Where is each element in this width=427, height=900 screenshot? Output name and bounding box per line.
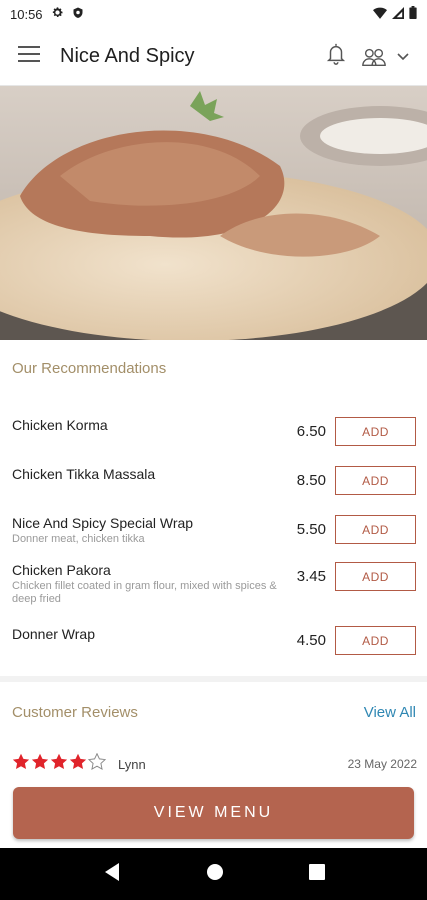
item-name: Chicken Tikka Massala [12, 466, 156, 482]
add-button[interactable]: ADD [335, 562, 416, 591]
item-price: 8.50 [296, 472, 326, 489]
recommendations-title: Our Recommendations [12, 360, 167, 377]
users-icon[interactable] [361, 47, 409, 67]
item-description: Donner meat, chicken tikka [12, 533, 145, 545]
back-icon[interactable] [103, 862, 121, 887]
item-name: Chicken Pakora [12, 562, 111, 578]
home-icon[interactable] [206, 863, 224, 886]
rating-stars [12, 752, 107, 775]
add-button[interactable]: ADD [335, 626, 416, 655]
status-time: 10:56 [10, 6, 43, 22]
view-all-link[interactable]: View All [364, 704, 416, 721]
item-price: 5.50 [296, 521, 326, 538]
star-filled-icon [12, 753, 30, 775]
reviewer-name: Lynn [118, 756, 146, 772]
item-price: 6.50 [296, 423, 326, 440]
list-item: Chicken Pakora Chicken fillet coated in … [0, 553, 427, 617]
list-item: Chicken Tikka Massala 8.50 ADD [0, 457, 427, 506]
app-bar: Nice And Spicy [0, 28, 427, 86]
settings-icon [51, 6, 64, 22]
reviews-title: Customer Reviews [12, 704, 138, 721]
review-row: Lynn 23 May 2022 [12, 752, 417, 776]
star-empty-icon [87, 752, 107, 775]
chevron-down-icon[interactable] [397, 48, 409, 66]
recents-icon[interactable] [308, 863, 325, 885]
star-filled-icon [50, 753, 68, 775]
item-name: Donner Wrap [12, 626, 96, 642]
shield-icon [72, 6, 84, 22]
page-title: Nice And Spicy [60, 45, 195, 67]
review-date: 23 May 2022 [347, 757, 417, 771]
add-button[interactable]: ADD [335, 466, 416, 495]
list-item: Donner Wrap 4.50 ADD [0, 617, 427, 666]
add-button[interactable]: ADD [335, 515, 416, 544]
status-bar: 10:56 [0, 0, 427, 28]
list-item: Nice And Spicy Special Wrap Donner meat,… [0, 506, 427, 553]
view-menu-button[interactable]: VIEW MENU [13, 787, 414, 839]
add-button[interactable]: ADD [335, 417, 416, 446]
battery-icon [409, 6, 417, 22]
item-price: 3.45 [296, 568, 326, 585]
star-filled-icon [69, 753, 87, 775]
item-price: 4.50 [296, 632, 326, 649]
system-nav-bar [0, 848, 427, 900]
hero-image [0, 86, 427, 340]
item-description: Chicken fillet coated in gram flour, mix… [12, 580, 277, 605]
signal-icon [392, 6, 404, 22]
list-item: Chicken Korma 6.50 ADD [0, 408, 427, 457]
wifi-icon [373, 7, 387, 22]
item-name: Chicken Korma [12, 417, 108, 433]
menu-icon[interactable] [18, 45, 40, 68]
item-name: Nice And Spicy Special Wrap [12, 515, 194, 531]
star-filled-icon [31, 753, 49, 775]
recommendations-list: Chicken Korma 6.50 ADD Chicken Tikka Mas… [0, 408, 427, 666]
section-divider [0, 676, 427, 682]
bell-icon[interactable] [325, 42, 347, 71]
